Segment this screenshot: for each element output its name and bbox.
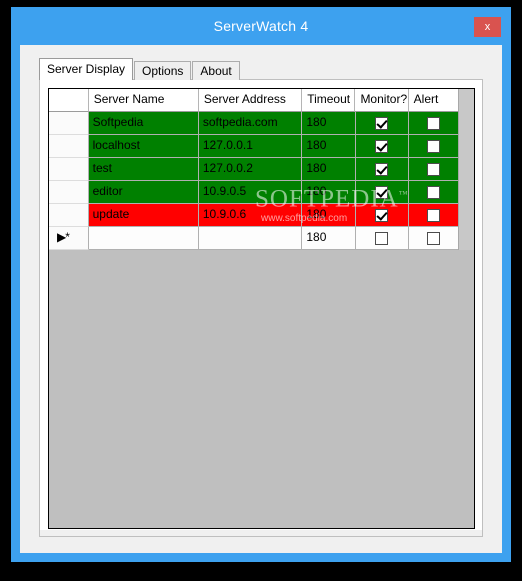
tab-page-bottom-filler [40, 530, 482, 536]
cell-alert[interactable] [408, 181, 459, 204]
row-selector[interactable] [49, 135, 89, 158]
cell-timeout[interactable]: 180 [302, 112, 356, 135]
monitor-checkbox[interactable] [375, 231, 389, 245]
alert-checkbox[interactable] [426, 231, 440, 245]
grid-vertical-scrollbar[interactable] [458, 89, 474, 250]
cell-server-name[interactable]: test [88, 158, 199, 181]
alert-checkbox[interactable] [426, 185, 440, 199]
column-header-rowselector [49, 89, 89, 112]
cell-monitor[interactable] [355, 227, 409, 250]
tab-server-display[interactable]: Server Display [39, 58, 134, 80]
cell-timeout[interactable]: 180 [302, 135, 356, 158]
table-row[interactable]: localhost 127.0.0.1 180 [49, 135, 459, 158]
table-row[interactable]: Softpedia softpedia.com 180 [49, 112, 459, 135]
table-row[interactable]: test 127.0.0.2 180 [49, 158, 459, 181]
cell-server-address[interactable]: softpedia.com [198, 112, 303, 135]
cell-server-address[interactable]: 10.9.0.5 [198, 181, 303, 204]
table-row[interactable]: editor 10.9.0.5 180 [49, 181, 459, 204]
cell-monitor[interactable] [355, 158, 409, 181]
column-header-server-address[interactable]: Server Address [198, 89, 303, 112]
new-row-marker-icon: ▶* [57, 230, 70, 244]
alert-checkbox[interactable] [426, 116, 440, 130]
cell-timeout[interactable]: 180 [302, 158, 356, 181]
tab-options[interactable]: Options [134, 61, 192, 80]
client-area: Server Display Options About Server Name… [20, 45, 502, 553]
cell-timeout[interactable]: 180 [302, 204, 356, 227]
tab-strip: Server Display Options About [39, 58, 241, 80]
cell-server-name[interactable]: editor [88, 181, 199, 204]
cell-server-name[interactable] [88, 227, 199, 250]
grid-rows: Softpedia softpedia.com 180 localhost 127.0.… [49, 112, 459, 250]
cell-monitor[interactable] [355, 204, 409, 227]
title-bar: ServerWatch 4 x [11, 7, 511, 45]
cell-monitor[interactable] [355, 135, 409, 158]
cell-alert[interactable] [408, 158, 459, 181]
cell-server-name[interactable]: localhost [88, 135, 199, 158]
column-header-alert[interactable]: Alert [408, 89, 460, 112]
alert-checkbox[interactable] [426, 139, 440, 153]
row-selector[interactable]: ▶* [49, 227, 89, 250]
column-header-server-name[interactable]: Server Name [88, 89, 199, 112]
column-header-timeout[interactable]: Timeout [302, 89, 356, 112]
cell-timeout[interactable]: 180 [302, 181, 356, 204]
grid-header-row: Server Name Server Address Timeout Monit… [49, 89, 460, 112]
monitor-checkbox[interactable] [375, 208, 389, 222]
monitor-checkbox[interactable] [375, 116, 389, 130]
monitor-checkbox[interactable] [375, 139, 389, 153]
close-button[interactable]: x [474, 17, 501, 37]
tab-about[interactable]: About [192, 61, 240, 80]
tab-page-server-display: Server Name Server Address Timeout Monit… [39, 79, 483, 537]
server-grid[interactable]: Server Name Server Address Timeout Monit… [48, 88, 475, 529]
monitor-checkbox[interactable] [375, 185, 389, 199]
table-row[interactable]: update 10.9.0.6 180 [49, 204, 459, 227]
monitor-checkbox[interactable] [375, 162, 389, 176]
cell-server-address[interactable]: 127.0.0.1 [198, 135, 303, 158]
cell-alert[interactable] [408, 135, 459, 158]
row-selector[interactable] [49, 158, 89, 181]
table-row[interactable]: ▶* 180 [49, 227, 459, 250]
cell-timeout[interactable]: 180 [302, 227, 356, 250]
cell-alert[interactable] [408, 204, 459, 227]
window-title: ServerWatch 4 [213, 18, 309, 34]
cell-monitor[interactable] [355, 181, 409, 204]
cell-monitor[interactable] [355, 112, 409, 135]
alert-checkbox[interactable] [426, 162, 440, 176]
app-window: ServerWatch 4 x Server Display Options A… [11, 7, 511, 562]
row-selector[interactable] [49, 181, 89, 204]
alert-checkbox[interactable] [426, 208, 440, 222]
cell-server-name[interactable]: Softpedia [88, 112, 199, 135]
column-header-monitor[interactable]: Monitor? [355, 89, 409, 112]
row-selector[interactable] [49, 112, 89, 135]
cell-server-address[interactable]: 127.0.0.2 [198, 158, 303, 181]
cell-alert[interactable] [408, 112, 459, 135]
server-grid-body: Server Name Server Address Timeout Monit… [49, 89, 460, 250]
cell-server-address[interactable]: 10.9.0.6 [198, 204, 303, 227]
cell-alert[interactable] [408, 227, 459, 250]
row-selector[interactable] [49, 204, 89, 227]
cell-server-address[interactable] [198, 227, 303, 250]
cell-server-name[interactable]: update [88, 204, 199, 227]
